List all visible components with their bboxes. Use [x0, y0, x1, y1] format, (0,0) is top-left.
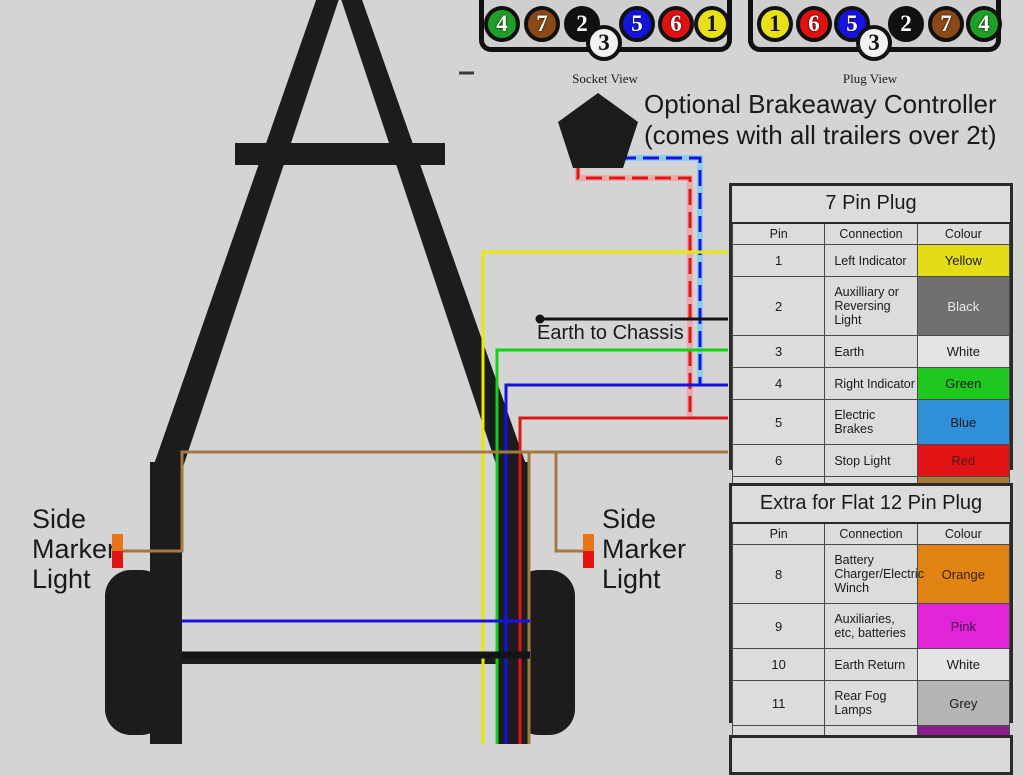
cell-connection: Auxilliary or Reversing Light [824, 276, 918, 336]
cell-pin: 2 [731, 276, 826, 336]
cell-colour: Green [916, 367, 1011, 400]
marker-lamp-right-icon [583, 534, 594, 551]
table-12pin-header-pin: Pin [731, 522, 826, 545]
cell-colour: Yellow [916, 244, 1011, 277]
cell-pin: 4 [731, 367, 826, 400]
table-row: 2 Auxilliary or Reversing Light Black [731, 276, 1011, 336]
table-7-pin-plug: 7 Pin Plug Pin Connection Colour 1 Left … [729, 183, 1013, 509]
table-third-partial [729, 735, 1013, 775]
table-12pin-header-connection: Connection [824, 522, 918, 545]
cell-colour: Orange [916, 544, 1011, 604]
cell-colour: White [916, 335, 1011, 368]
table-row: 6 Stop Light Red [731, 444, 1011, 477]
table-12pin-title: Extra for Flat 12 Pin Plug [732, 486, 1010, 524]
cell-pin: 10 [731, 648, 826, 681]
cell-pin: 3 [731, 335, 826, 368]
cell-connection: Battery Charger/Electric Winch [824, 544, 924, 604]
table-7pin-header-pin: Pin [731, 222, 826, 245]
cell-connection: Electric Brakes [824, 399, 918, 445]
cell-colour: White [916, 648, 1011, 681]
cell-connection: Rear Fog Lamps [824, 680, 918, 726]
table-row: 1 Left Indicator Yellow [731, 244, 1011, 277]
table-12pin-header-row: Pin Connection Colour [731, 522, 1011, 545]
table-row: 4 Right Indicator Green [731, 367, 1011, 400]
cell-pin: 9 [731, 603, 826, 649]
cell-pin: 8 [731, 544, 826, 604]
table-7pin-header-colour: Colour [916, 222, 1011, 245]
table-7pin-header-row: Pin Connection Colour [731, 222, 1011, 245]
table-row: 9 Auxiliaries, etc, batteries Pink [731, 603, 1011, 649]
cell-connection: Auxiliaries, etc, batteries [824, 603, 918, 649]
cell-connection: Left Indicator [824, 244, 918, 277]
cell-colour: Red [916, 444, 1011, 477]
table-7pin-header-connection: Connection [824, 222, 918, 245]
cell-colour: Black [916, 276, 1011, 336]
table-row: 10 Earth Return White [731, 648, 1011, 681]
table-12pin-header-colour: Colour [916, 522, 1011, 545]
cell-colour: Grey [916, 680, 1011, 726]
table-12-pin-plug: Extra for Flat 12 Pin Plug Pin Connectio… [729, 483, 1013, 758]
table-row: 8 Battery Charger/Electric Winch Orange [731, 544, 1011, 604]
cell-pin: 1 [731, 244, 826, 277]
cell-colour: Pink [916, 603, 1011, 649]
cell-connection: Right Indicator [824, 367, 918, 400]
cell-colour: Blue [916, 399, 1011, 445]
marker-lamp-left-icon [112, 534, 123, 551]
cell-pin: 5 [731, 399, 826, 445]
diagram-canvas: 4 7 2 3 5 6 1 Socket View 1 6 5 3 2 7 4 … [0, 0, 1024, 775]
table-row: 5 Electric Brakes Blue [731, 399, 1011, 445]
table-row: 3 Earth White [731, 335, 1011, 368]
table-row: 11 Rear Fog Lamps Grey [731, 680, 1011, 726]
table-7pin-title: 7 Pin Plug [732, 186, 1010, 224]
cell-connection: Earth [824, 335, 918, 368]
cell-connection: Earth Return [824, 648, 918, 681]
cell-connection: Stop Light [824, 444, 918, 477]
cell-pin: 6 [731, 444, 826, 477]
cell-pin: 11 [731, 680, 826, 726]
